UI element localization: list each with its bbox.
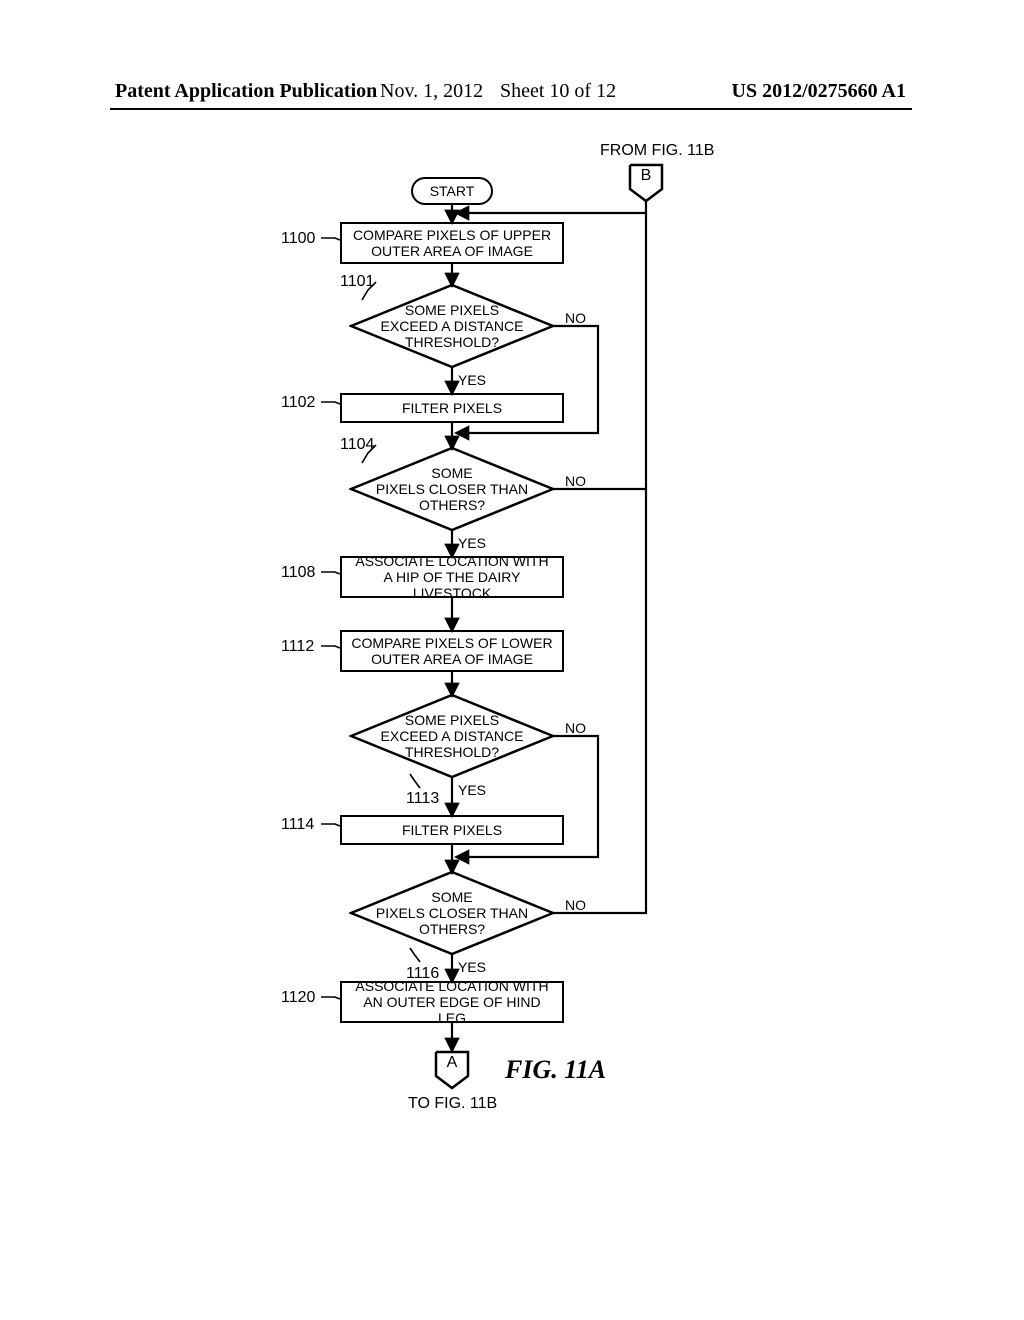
process-1108: ASSOCIATE LOCATION WITH A HIP OF THE DAI…	[340, 556, 564, 598]
process-1120-text: ASSOCIATE LOCATION WITH AN OUTER EDGE OF…	[350, 978, 554, 1026]
branch-1101-yes: YES	[458, 372, 486, 388]
offpage-b-label: B	[628, 167, 664, 185]
process-1112: COMPARE PIXELS OF LOWER OUTER AREA OF IM…	[340, 630, 564, 672]
header-rule	[110, 108, 912, 110]
process-1100: COMPARE PIXELS OF UPPER OUTER AREA OF IM…	[340, 222, 564, 264]
decision-1113-l3: THRESHOLD?	[405, 744, 499, 760]
ref-1104: 1104	[340, 436, 374, 454]
decision-1104-l2: PIXELS CLOSER THAN	[376, 481, 528, 497]
process-1114: FILTER PIXELS	[340, 815, 564, 845]
decision-1113-l2: EXCEED A DISTANCE	[381, 728, 524, 744]
header-docnumber: US 2012/0275660 A1	[732, 80, 906, 103]
process-1112-text: COMPARE PIXELS OF LOWER OUTER AREA OF IM…	[350, 635, 554, 667]
ref-1101: 1101	[340, 273, 374, 291]
branch-1116-no: NO	[565, 897, 586, 913]
branch-1104-yes: YES	[458, 535, 486, 551]
decision-1104: SOME PIXELS CLOSER THAN OTHERS?	[349, 446, 555, 532]
process-1100-text: COMPARE PIXELS OF UPPER OUTER AREA OF IM…	[350, 227, 554, 259]
ref-1108: 1108	[281, 564, 315, 582]
decision-1116-l1: SOME	[431, 889, 472, 905]
ref-1102: 1102	[281, 394, 315, 412]
ref-1120: 1120	[281, 989, 315, 1007]
decision-1116: SOME PIXELS CLOSER THAN OTHERS?	[349, 870, 555, 956]
decision-1113-l1: SOME PIXELS	[405, 712, 499, 728]
ref-1100: 1100	[281, 230, 315, 248]
branch-1101-no: NO	[565, 310, 586, 326]
decision-1101-l3: THRESHOLD?	[405, 334, 499, 350]
decision-1116-l3: OTHERS?	[419, 921, 485, 937]
ref-1112: 1112	[281, 638, 314, 656]
from-fig-label: FROM FIG. 11B	[600, 142, 714, 160]
process-1102-text: FILTER PIXELS	[402, 400, 502, 416]
decision-1116-l2: PIXELS CLOSER THAN	[376, 905, 528, 921]
start-text: START	[430, 183, 475, 199]
branch-1116-yes: YES	[458, 959, 486, 975]
ref-1114: 1114	[281, 816, 314, 834]
page: Patent Application Publication Nov. 1, 2…	[0, 0, 1024, 1320]
header-date: Nov. 1, 2012	[380, 80, 483, 103]
decision-1101-l1: SOME PIXELS	[405, 302, 499, 318]
header-publication: Patent Application Publication	[115, 80, 377, 103]
decision-1101-l2: EXCEED A DISTANCE	[381, 318, 524, 334]
process-1108-text: ASSOCIATE LOCATION WITH A HIP OF THE DAI…	[350, 553, 554, 601]
decision-1101: SOME PIXELS EXCEED A DISTANCE THRESHOLD?	[349, 283, 555, 369]
branch-1113-no: NO	[565, 720, 586, 736]
process-1114-text: FILTER PIXELS	[402, 822, 502, 838]
figure-label: FIG. 11A	[505, 1055, 606, 1085]
decision-1104-l3: OTHERS?	[419, 497, 485, 513]
offpage-connector-b: B	[628, 163, 664, 203]
ref-1113: 1113	[406, 790, 439, 808]
branch-1104-no: NO	[565, 473, 586, 489]
decision-1104-l1: SOME	[431, 465, 472, 481]
offpage-a-label: A	[434, 1054, 470, 1072]
header-sheet: Sheet 10 of 12	[500, 80, 616, 103]
to-fig-label: TO FIG. 11B	[408, 1095, 497, 1113]
decision-1113: SOME PIXELS EXCEED A DISTANCE THRESHOLD?	[349, 693, 555, 779]
branch-1113-yes: YES	[458, 782, 486, 798]
start-terminator: START	[411, 177, 493, 205]
process-1120: ASSOCIATE LOCATION WITH AN OUTER EDGE OF…	[340, 981, 564, 1023]
offpage-connector-a: A	[434, 1050, 470, 1090]
process-1102: FILTER PIXELS	[340, 393, 564, 423]
